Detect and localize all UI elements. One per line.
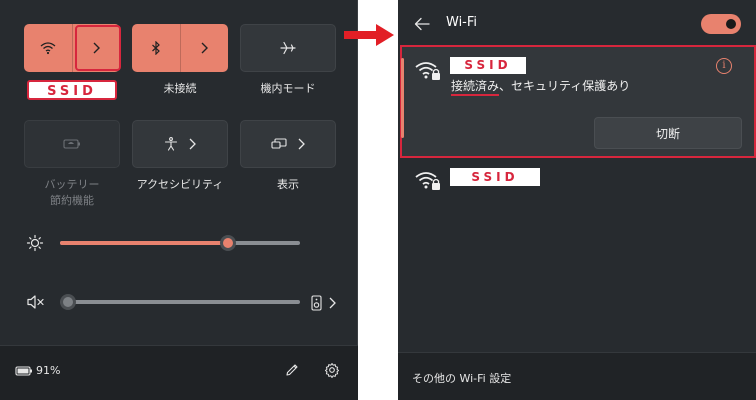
display-tile[interactable] xyxy=(240,120,336,168)
quick-settings-footer: 91% xyxy=(0,345,358,400)
bluetooth-toggle-button[interactable] xyxy=(132,24,180,72)
airplane-mode-tile[interactable] xyxy=(240,24,336,72)
quick-settings-panel: SSID 未接続 機内モード バッテリー 節約機能 アクセシビリティ 表示 91… xyxy=(0,0,358,400)
other-network-ssid[interactable]: SSID xyxy=(450,168,540,186)
disconnect-button[interactable]: 切断 xyxy=(594,117,742,149)
battery-saver-tile[interactable] xyxy=(24,120,120,168)
brightness-icon xyxy=(26,234,44,252)
bluetooth-tile[interactable] xyxy=(132,24,228,72)
accessibility-tile[interactable] xyxy=(132,120,228,168)
wifi-secured-icon xyxy=(414,58,442,82)
volume-muted-icon[interactable] xyxy=(26,293,46,311)
display-label: 表示 xyxy=(277,178,299,191)
connected-status-underlined: 接続済み xyxy=(451,79,500,96)
back-arrow-icon[interactable] xyxy=(412,14,432,34)
wifi-panel-title: Wi-Fi xyxy=(446,15,478,30)
chevron-right-icon xyxy=(189,138,196,150)
accessibility-icon xyxy=(164,137,178,151)
battery-saver-label-line2: 節約機能 xyxy=(50,194,94,207)
wifi-toggle-switch[interactable] xyxy=(701,14,741,34)
wifi-panel-footer: その他の Wi-Fi 設定 xyxy=(398,352,756,400)
bluetooth-tile-label: 未接続 xyxy=(163,82,197,95)
audio-output-icon[interactable] xyxy=(310,294,340,312)
toggle-knob xyxy=(726,19,736,29)
chevron-right-icon xyxy=(201,42,208,54)
wifi-panel: Wi-Fi SSID 接続済み、セキュリティ保護あり i 切断 SSID その他… xyxy=(398,0,756,400)
battery-percent: 91% xyxy=(36,364,61,377)
battery-saver-icon xyxy=(63,139,80,149)
airplane-mode-label: 機内モード xyxy=(260,82,316,95)
volume-slider-thumb[interactable] xyxy=(60,294,76,310)
red-arrow-annotation xyxy=(344,24,394,46)
info-icon[interactable]: i xyxy=(716,58,732,74)
connected-network-ssid: SSID xyxy=(450,57,526,74)
more-wifi-settings-link[interactable]: その他の Wi-Fi 設定 xyxy=(412,370,511,386)
battery-icon[interactable] xyxy=(15,363,33,379)
airplane-icon xyxy=(280,41,296,55)
display-icon xyxy=(271,138,287,149)
accessibility-label: アクセシビリティ xyxy=(136,178,224,191)
settings-gear-icon[interactable] xyxy=(322,360,342,380)
edit-pencil-icon[interactable] xyxy=(282,360,302,380)
volume-slider-track[interactable] xyxy=(60,300,300,304)
wifi-expand-highlight xyxy=(75,25,121,71)
connected-status-rest: 、セキュリティ保護あり xyxy=(499,79,631,93)
brightness-slider-thumb[interactable] xyxy=(220,235,236,251)
wifi-tile-ssid-label: SSID xyxy=(27,80,117,100)
selected-indicator xyxy=(401,58,404,138)
battery-saver-label-line1: バッテリー xyxy=(44,178,100,191)
bluetooth-expand-button[interactable] xyxy=(180,24,228,72)
wifi-toggle-button[interactable] xyxy=(24,24,72,72)
wifi-secured-icon xyxy=(414,168,442,192)
chevron-right-icon xyxy=(298,138,305,150)
connected-network-status: 接続済み、セキュリティ保護あり xyxy=(451,77,631,96)
bluetooth-icon xyxy=(152,41,160,55)
wifi-icon xyxy=(40,42,56,55)
brightness-slider-fill xyxy=(60,241,228,245)
